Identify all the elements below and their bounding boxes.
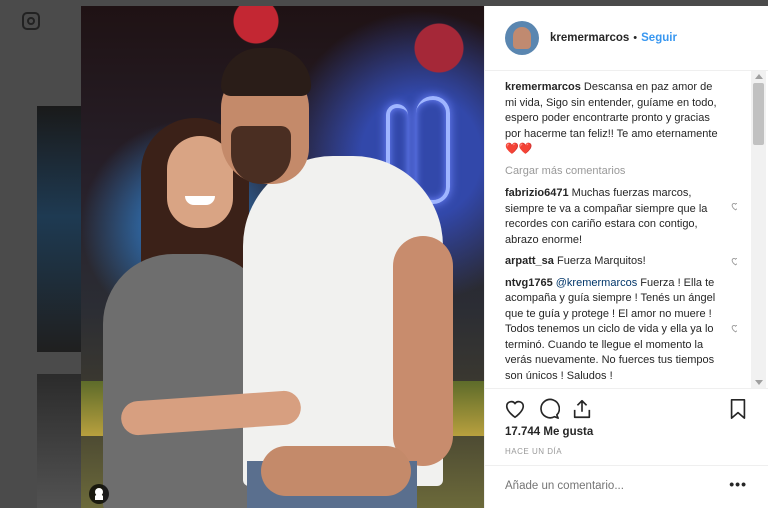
comment-mention[interactable]: @kremermarcos <box>556 277 637 289</box>
photo-woman-smile <box>185 196 215 205</box>
instagram-icon[interactable] <box>22 12 40 30</box>
scrollbar-thumb[interactable] <box>753 83 764 145</box>
list-item: arpatt_sa Fuerza Marquitos! <box>505 254 737 270</box>
comments-scrollbar[interactable] <box>751 71 766 388</box>
comment-text: Fuerza ! Ella te acompaña y guía siempre… <box>505 276 716 382</box>
caption: kremermarcos Descansa en paz amor de mi … <box>505 80 737 158</box>
separator-dot: • <box>633 32 638 44</box>
scroll-down-icon[interactable] <box>755 380 763 385</box>
action-bar <box>485 388 768 429</box>
bookmark-icon[interactable] <box>727 398 749 420</box>
comment-username[interactable]: ntvg1765 <box>505 277 553 289</box>
follow-button[interactable]: Seguir <box>641 32 677 44</box>
photo-man-hair <box>221 48 311 96</box>
add-comment-bar: ••• <box>485 465 768 508</box>
post-username[interactable]: kremermarcos <box>550 32 629 44</box>
post-photo[interactable] <box>81 6 484 508</box>
scroll-up-icon[interactable] <box>755 74 763 79</box>
background-feed-thumbnail <box>37 106 85 352</box>
comment-icon[interactable] <box>538 398 560 420</box>
share-icon[interactable] <box>571 398 593 420</box>
small-heart-icon[interactable] <box>731 202 737 211</box>
list-item: fabrizio6471 Muchas fuerzas marcos, siem… <box>505 186 737 248</box>
heart-icon[interactable] <box>504 398 526 420</box>
photo-man-beard <box>231 126 291 184</box>
small-heart-icon[interactable] <box>731 257 737 266</box>
user-tag-icon[interactable] <box>89 484 109 504</box>
comment-text: Fuerza Marquitos! <box>556 255 646 267</box>
background-feed-thumbnail <box>37 374 85 508</box>
more-options-icon[interactable]: ••• <box>729 476 747 492</box>
photo-man-arm <box>393 236 453 466</box>
post-header: kremermarcos • Seguir <box>485 6 768 71</box>
post-side-panel: kremermarcos • Seguir kremermarcos Desca… <box>484 6 768 508</box>
comments-list[interactable]: kremermarcos Descansa en paz amor de mi … <box>505 80 737 387</box>
photo-man-hand <box>261 446 411 496</box>
add-comment-input[interactable] <box>505 480 705 492</box>
comment-username[interactable]: arpatt_sa <box>505 255 554 267</box>
likes-count[interactable]: 17.744 Me gusta <box>505 426 593 438</box>
comment-username[interactable]: fabrizio6471 <box>505 187 569 199</box>
load-more-comments-button[interactable]: Cargar más comentarios <box>505 164 737 180</box>
caption-username[interactable]: kremermarcos <box>505 81 581 93</box>
small-heart-icon[interactable] <box>731 324 737 333</box>
post-timestamp: HACE UN DÍA <box>505 447 563 456</box>
avatar[interactable] <box>505 21 539 55</box>
list-item: ntvg1765 @kremermarcos Fuerza ! Ella te … <box>505 276 737 385</box>
